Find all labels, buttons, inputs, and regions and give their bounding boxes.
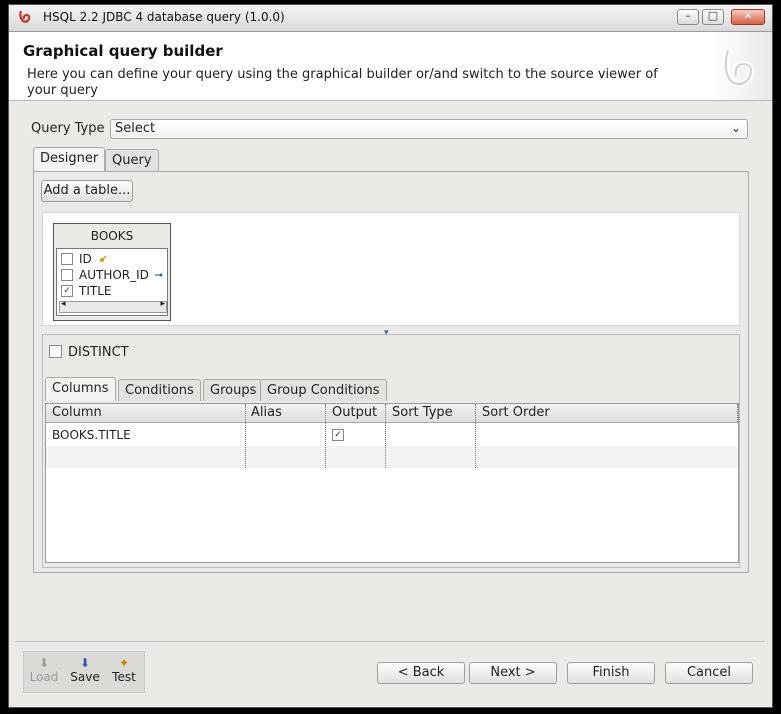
output-checkbox[interactable]: ✓ (332, 428, 344, 441)
table-header: Column Alias Output Sort Type Sort Order (46, 404, 738, 423)
column-header[interactable]: Sort Order (482, 405, 550, 420)
column-header[interactable]: Column (52, 405, 102, 420)
query-type-label: Query Type (31, 121, 105, 136)
field-label: AUTHOR_ID (79, 268, 149, 282)
close-icon: ✕ (743, 9, 753, 22)
query-type-value: Select (115, 121, 156, 136)
cancel-button[interactable]: Cancel (665, 662, 753, 684)
table-box-books[interactable]: BOOKS ID AUTHOR_ID ✓ TITLE ◂ ▸ (53, 223, 171, 321)
column-divider (385, 404, 386, 468)
next-button[interactable]: Next > (469, 662, 557, 684)
tab-designer[interactable]: Designer (33, 147, 106, 171)
tab-group-conditions[interactable]: Group Conditions (260, 379, 387, 401)
tab-conditions[interactable]: Conditions (118, 379, 201, 401)
key-icon (99, 255, 107, 262)
tab-columns[interactable]: Columns (45, 377, 116, 401)
field-checkbox[interactable] (61, 268, 73, 281)
back-button[interactable]: < Back (377, 662, 465, 684)
wizard-header: Graphical query builder Here you can def… (9, 32, 772, 101)
test-button[interactable]: ✦ Test (106, 656, 142, 684)
distinct-option[interactable]: DISTINCT (49, 345, 129, 360)
columns-table[interactable]: Column Alias Output Sort Type Sort Order… (45, 403, 739, 563)
tab-query[interactable]: Query (105, 149, 159, 171)
diagram-canvas[interactable]: BOOKS ID AUTHOR_ID ✓ TITLE ◂ ▸ (42, 212, 740, 326)
load-icon: ⬇ (38, 656, 50, 670)
save-icon: ⬇ (79, 656, 91, 670)
save-button[interactable]: ⬇ Save (67, 656, 103, 684)
column-header[interactable]: Sort Type (392, 405, 453, 420)
footer-divider (15, 641, 765, 642)
scroll-left-icon[interactable]: ◂ (61, 299, 66, 309)
birt-logo-icon (722, 49, 754, 87)
field-label: ID (79, 252, 92, 266)
scroll-right-icon[interactable]: ▸ (160, 299, 165, 309)
field-label: TITLE (79, 284, 112, 298)
table-field-list: ID AUTHOR_ID ✓ TITLE ◂ ▸ (56, 248, 168, 316)
foreign-key-icon (154, 273, 163, 277)
table-cell-output[interactable]: ✓ (332, 428, 350, 442)
finish-button[interactable]: Finish (567, 662, 655, 684)
save-label: Save (70, 670, 100, 684)
toolbar: ⬇ Load ⬇ Save ✦ Test (23, 651, 145, 693)
table-name: BOOKS (90, 229, 134, 243)
maximize-icon: □ (707, 9, 719, 22)
minimize-icon: – (685, 9, 691, 22)
horizontal-scrollbar[interactable]: ◂ ▸ (59, 299, 167, 313)
add-table-button[interactable]: Add a table... (41, 180, 133, 202)
query-type-select[interactable]: Select ⌄ (110, 119, 748, 139)
maximize-button[interactable]: □ (702, 9, 724, 25)
chevron-down-icon: ⌄ (730, 121, 741, 135)
distinct-label: DISTINCT (68, 345, 129, 360)
field-checkbox[interactable] (61, 252, 73, 265)
dialog-window: HSQL 2.2 JDBC 4 database query (1.0.0) –… (8, 4, 773, 708)
column-divider (325, 404, 326, 468)
column-divider (245, 404, 246, 468)
test-label: Test (112, 670, 136, 684)
field-title[interactable]: ✓ TITLE (61, 283, 111, 299)
close-button[interactable]: ✕ (731, 9, 765, 25)
distinct-checkbox[interactable] (49, 345, 62, 358)
column-header[interactable]: Alias (251, 405, 282, 420)
column-divider (737, 404, 738, 422)
field-author-id[interactable]: AUTHOR_ID (61, 267, 163, 283)
field-checkbox[interactable]: ✓ (61, 284, 73, 297)
load-label: Load (29, 670, 59, 684)
header-logo (712, 32, 772, 100)
load-button[interactable]: ⬇ Load (26, 656, 62, 684)
page-description: Here you can define your query using the… (27, 67, 658, 98)
field-id[interactable]: ID (61, 251, 107, 267)
column-divider (475, 404, 476, 468)
page-title: Graphical query builder (23, 42, 223, 60)
app-logo-icon (19, 10, 31, 23)
designer-panel: Add a table... BOOKS ID AUTHOR_ID ✓ TITLE (33, 171, 749, 573)
tab-groups[interactable]: Groups (203, 379, 264, 401)
column-header[interactable]: Output (332, 405, 377, 420)
table-row[interactable] (46, 446, 738, 468)
table-cell-column[interactable]: BOOKS.TITLE (52, 428, 131, 442)
title-bar: HSQL 2.2 JDBC 4 database query (1.0.0) –… (9, 5, 772, 32)
test-icon: ✦ (118, 656, 130, 670)
minimize-button[interactable]: – (677, 9, 699, 25)
window-title: HSQL 2.2 JDBC 4 database query (1.0.0) (43, 10, 285, 24)
query-options-panel: DISTINCT Columns Conditions Groups Group… (42, 334, 740, 568)
